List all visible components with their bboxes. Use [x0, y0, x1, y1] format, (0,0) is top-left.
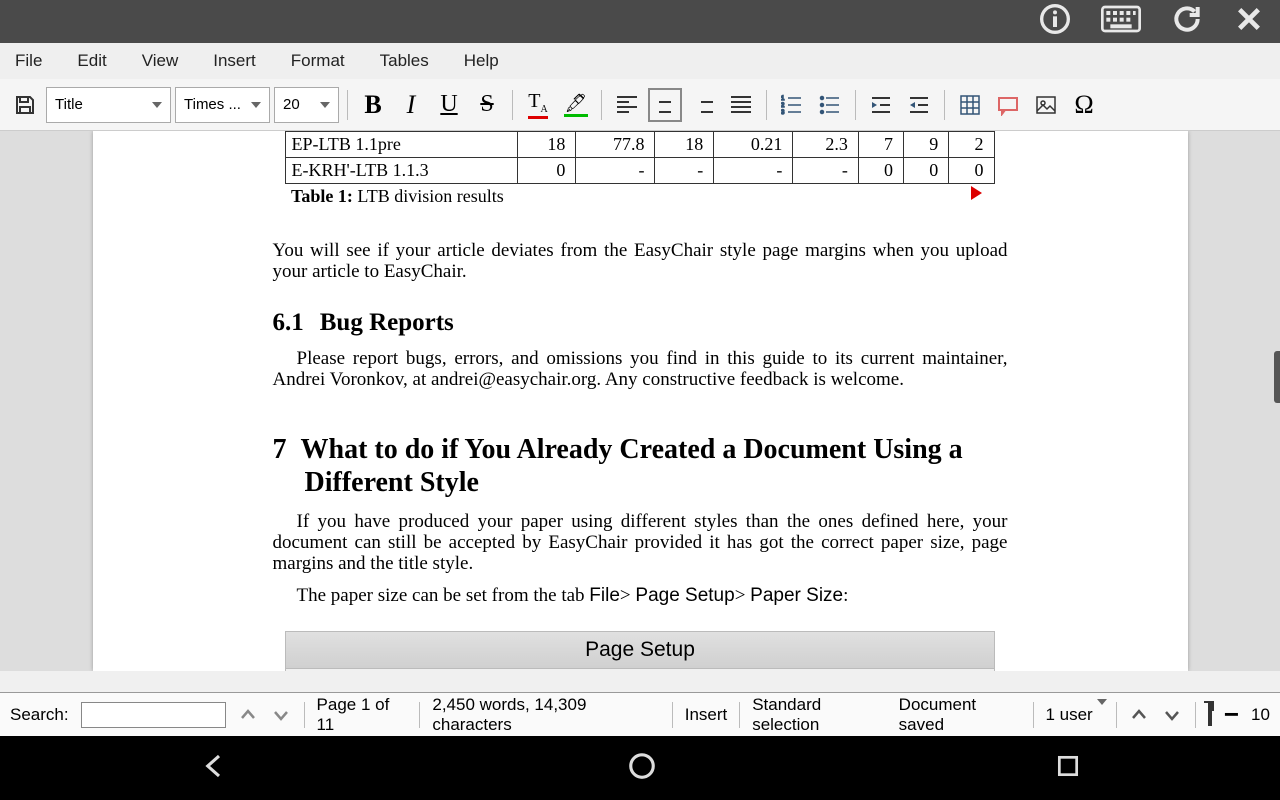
underline-button[interactable]: U	[432, 88, 466, 122]
size-select[interactable]: 20	[274, 87, 339, 123]
save-icon[interactable]	[8, 88, 42, 122]
table-row: E-KRH'-LTB 1.1.3 0 - - - - 0 0 0	[285, 158, 994, 184]
table-row: EP-LTB 1.1pre 18 77.8 18 0.21 2.3 7 9 2	[285, 132, 994, 158]
italic-button[interactable]: I	[394, 88, 428, 122]
search-label: Search:	[10, 705, 69, 725]
back-button[interactable]	[199, 751, 229, 786]
search-prev-button[interactable]	[238, 706, 259, 724]
menu-format[interactable]: Format	[291, 51, 345, 71]
close-icon[interactable]	[1233, 3, 1265, 40]
page-indicator[interactable]: Page 1 of 11	[317, 695, 408, 735]
font-color-button[interactable]: TA	[521, 88, 555, 122]
paragraph: The paper size can be set from the tab F…	[273, 586, 1008, 607]
font-value: Times ...	[184, 96, 241, 113]
search-input[interactable]	[81, 702, 226, 728]
search-next-button[interactable]	[271, 706, 292, 724]
highlight-button[interactable]: 🖋	[559, 88, 593, 122]
paragraph: Please report bugs, errors, and omission…	[273, 349, 1008, 391]
bullet-list-button[interactable]	[813, 88, 847, 122]
save-status: Document saved	[899, 695, 1021, 735]
table-caption: Table 1: LTB division results	[285, 184, 994, 210]
indent-dec-button[interactable]	[902, 88, 936, 122]
formatting-toolbar: Title Times ... 20 B I U S TA 🖋 123 Ω	[0, 79, 1280, 131]
bold-button[interactable]: B	[356, 88, 390, 122]
align-right-button[interactable]	[686, 88, 720, 122]
paragraph: You will see if your article deviates fr…	[273, 241, 1008, 283]
info-icon[interactable]	[1039, 3, 1071, 40]
home-button[interactable]	[627, 751, 657, 786]
keyboard-icon[interactable]	[1101, 3, 1141, 40]
menu-insert[interactable]: Insert	[213, 51, 256, 71]
svg-text:2: 2	[781, 103, 785, 109]
align-left-button[interactable]	[610, 88, 644, 122]
selection-mode[interactable]: Standard selection	[752, 695, 886, 735]
strike-button[interactable]: S	[470, 88, 504, 122]
app-top-bar	[0, 0, 1280, 43]
size-value: 20	[283, 96, 300, 113]
symbol-button[interactable]: Ω	[1067, 88, 1101, 122]
document-area[interactable]: EP-LTB 1.1pre 18 77.8 18 0.21 2.3 7 9 2 …	[0, 131, 1280, 671]
style-select[interactable]: Title	[46, 87, 171, 123]
android-nav-bar	[0, 736, 1280, 800]
section-heading: 6.1Bug Reports	[273, 309, 1008, 337]
image-button[interactable]	[1029, 88, 1063, 122]
word-count[interactable]: 2,450 words, 14,309 characters	[432, 695, 659, 735]
menu-help[interactable]: Help	[464, 51, 499, 71]
status-bar: Search: Page 1 of 11 2,450 words, 14,309…	[0, 692, 1280, 736]
zoom-fit-button[interactable]	[1208, 705, 1212, 725]
align-justify-button[interactable]	[724, 88, 758, 122]
red-triangle-icon	[971, 186, 982, 200]
user-count[interactable]: 1 user	[1045, 705, 1103, 725]
paragraph: If you have produced your paper using di…	[273, 512, 1008, 575]
style-value: Title	[55, 96, 83, 113]
number-list-button[interactable]: 123	[775, 88, 809, 122]
recent-button[interactable]	[1055, 753, 1081, 784]
align-center-button[interactable]	[648, 88, 682, 122]
outline-up-button[interactable]	[1129, 706, 1150, 724]
comment-button[interactable]	[991, 88, 1025, 122]
indent-inc-button[interactable]	[864, 88, 898, 122]
page-setup-figure: Page Setup Page Attributes	[285, 631, 995, 671]
zoom-value: 10	[1251, 705, 1270, 725]
svg-text:1: 1	[781, 96, 785, 102]
zoom-out-button[interactable]: −	[1224, 699, 1239, 730]
insert-mode[interactable]: Insert	[685, 705, 728, 725]
svg-text:3: 3	[781, 110, 785, 116]
menu-file[interactable]: File	[15, 51, 42, 71]
section-heading: 7 What to do if You Already Created a Do…	[273, 433, 1008, 500]
refresh-icon[interactable]	[1171, 3, 1203, 40]
menu-edit[interactable]: Edit	[77, 51, 106, 71]
data-table: EP-LTB 1.1pre 18 77.8 18 0.21 2.3 7 9 2 …	[285, 131, 995, 209]
scrollbar-thumb[interactable]	[1274, 351, 1280, 403]
menu-view[interactable]: View	[142, 51, 179, 71]
font-select[interactable]: Times ...	[175, 87, 270, 123]
table-button[interactable]	[953, 88, 987, 122]
page-setup-title: Page Setup	[285, 631, 995, 669]
menu-bar: File Edit View Insert Format Tables Help	[0, 43, 1280, 79]
page: EP-LTB 1.1pre 18 77.8 18 0.21 2.3 7 9 2 …	[93, 131, 1188, 671]
outline-down-button[interactable]	[1162, 706, 1183, 724]
menu-tables[interactable]: Tables	[380, 51, 429, 71]
